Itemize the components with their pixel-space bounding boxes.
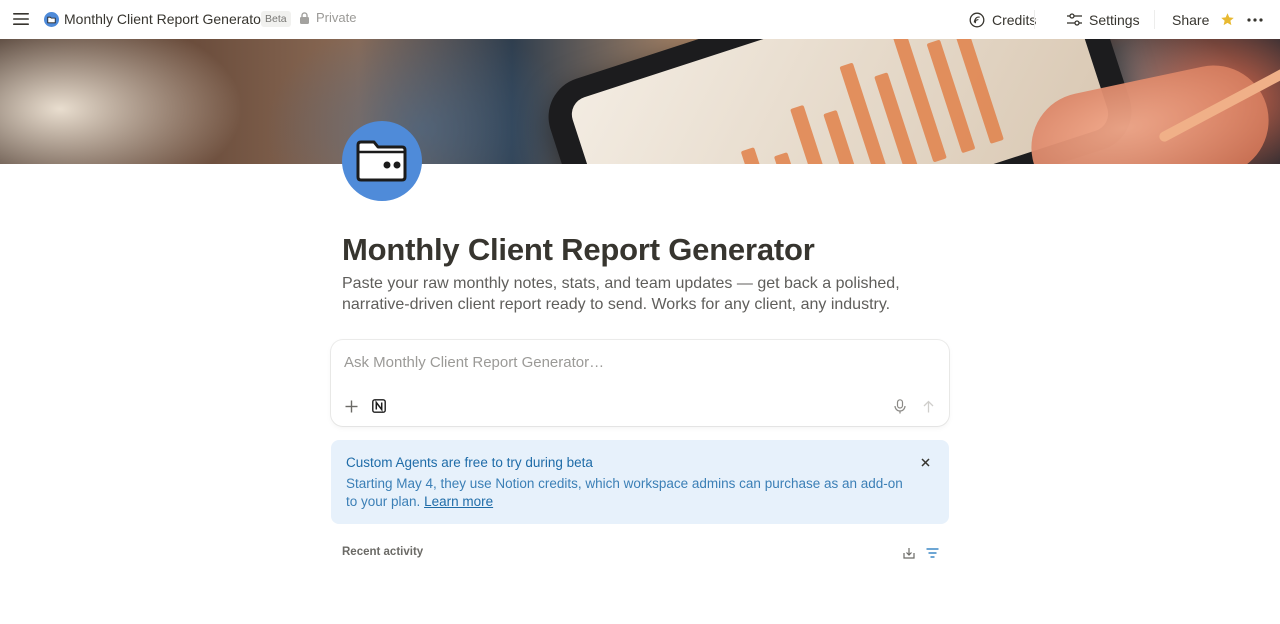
settings-label: Settings [1089,11,1140,28]
beta-info-callout: Custom Agents are free to try during bet… [331,440,949,524]
callout-body: Starting May 4, they use Notion credits,… [346,475,916,511]
page-description: Paste your raw monthly notes, stats, and… [342,275,900,313]
ask-input[interactable] [344,351,924,373]
breadcrumb[interactable]: Monthly Client Report Generator [44,9,266,29]
folder-icon [355,138,409,184]
privacy-label: Private [316,10,357,25]
share-button[interactable]: Share [1172,9,1209,30]
sliders-icon [1067,13,1082,26]
callout-title: Custom Agents are free to try during bet… [346,455,593,470]
ask-box [331,340,949,426]
cover-image[interactable] [0,39,1280,164]
page-icon[interactable] [342,121,422,201]
credits-button[interactable]: Credits [969,9,1036,30]
folder-icon [44,11,59,27]
learn-more-link[interactable]: Learn more [424,494,493,509]
more-horizontal-icon[interactable] [1247,9,1263,30]
plus-icon[interactable] [342,397,360,415]
recent-activity-heading: Recent activity [342,546,424,558]
notion-icon[interactable] [370,397,388,415]
page-title: Monthly Client Report Generator [342,232,815,267]
filter-icon[interactable] [924,545,940,561]
star-icon[interactable] [1220,9,1235,30]
hamburger-icon[interactable] [12,10,30,28]
credits-label: Credits [992,11,1037,28]
arrow-up-icon[interactable] [919,397,937,415]
privacy-indicator[interactable]: Private [299,10,356,25]
top-bar: Monthly Client Report Generator Beta Pri… [0,0,1280,39]
settings-button[interactable]: Settings [1067,9,1140,30]
lock-icon [299,11,311,24]
topbar-divider [1154,10,1155,29]
close-icon[interactable] [918,455,932,469]
beta-badge: Beta [261,11,291,27]
microphone-icon[interactable] [891,397,909,415]
topbar-divider [1034,10,1035,29]
breadcrumb-title: Monthly Client Report Generator [64,11,266,27]
share-label: Share [1172,11,1210,28]
export-icon[interactable] [901,545,917,561]
credits-icon [969,12,985,28]
